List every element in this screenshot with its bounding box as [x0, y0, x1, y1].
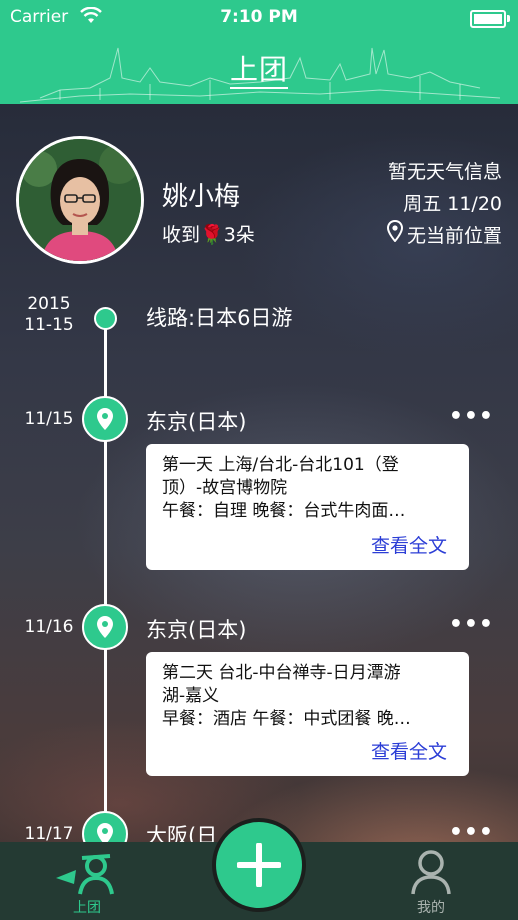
item-city: 东京(日本) — [146, 618, 247, 642]
start-day: 11-15 — [24, 315, 74, 335]
battery-icon — [470, 10, 510, 28]
card-meals: 早餐：酒店 午餐：中式团餐 晚… — [162, 709, 411, 729]
user-name: 姚小梅 — [162, 182, 241, 212]
start-year: 2015 — [27, 294, 71, 314]
status-bar: Carrier 7:10 PM — [0, 0, 518, 34]
map-pin-icon — [82, 604, 128, 650]
weather-date: 周五 11/20 — [403, 193, 502, 215]
item-date: 11/16 — [24, 617, 74, 637]
card-line: 第一天 上海/台北-台北101（登 — [162, 455, 399, 475]
more-icon[interactable]: ••• — [449, 404, 494, 429]
card-line: 湖-嘉义 — [162, 686, 220, 706]
more-icon[interactable]: ••• — [449, 612, 494, 637]
group-tour-icon — [52, 848, 122, 900]
add-button[interactable] — [212, 818, 306, 912]
user-icon — [410, 848, 452, 900]
timeline-start-dot — [94, 307, 117, 330]
timeline-start-date: 2015 11-15 — [10, 294, 88, 336]
location-text: 无当前位置 — [406, 225, 502, 247]
plus-icon — [236, 842, 282, 891]
tab-shangtuan[interactable]: 上团 — [42, 842, 132, 920]
location-pin-icon — [386, 219, 403, 252]
tab-label: 我的 — [417, 900, 445, 916]
header: Carrier 7:10 PM 上团 — [0, 0, 518, 104]
card-line: 顶）-故宫博物院 — [162, 478, 288, 498]
itinerary-card[interactable]: 第二天 台北-中台禅寺-日月潭游 湖-嘉义 早餐：酒店 午餐：中式团餐 晚… 查… — [146, 652, 469, 776]
item-date: 11/15 — [24, 409, 74, 429]
add-button-inner — [216, 822, 302, 908]
tab-mine[interactable]: 我的 — [386, 842, 476, 920]
flowers-count: 3朵 — [223, 224, 255, 246]
status-time: 7:10 PM — [220, 7, 298, 27]
itinerary-card[interactable]: 第一天 上海/台北-台北101（登 顶）-故宫博物院 午餐：自理 晚餐：台式牛肉… — [146, 444, 469, 570]
location-row: 无当前位置 — [386, 219, 502, 252]
card-meals: 午餐：自理 晚餐：台式牛肉面… — [162, 501, 406, 521]
read-more-link[interactable]: 查看全文 — [371, 535, 447, 558]
card-line: 第二天 台北-中台禅寺-日月潭游 — [162, 663, 401, 683]
rose-icon: 🌹 — [200, 224, 224, 246]
weather-status: 暂无天气信息 — [387, 161, 502, 183]
flowers-prefix: 收到 — [162, 224, 201, 246]
weather-info: 暂无天气信息 周五 11/20 无当前位置 — [386, 156, 502, 252]
item-city: 东京(日本) — [146, 410, 247, 434]
read-more-link[interactable]: 查看全文 — [371, 741, 447, 764]
map-pin-icon — [82, 396, 128, 442]
route-title[interactable]: 线路:日本6日游 — [146, 302, 292, 332]
flowers-received: 收到🌹3朵 — [162, 220, 255, 247]
page-title: 上团 — [0, 48, 518, 89]
tab-label: 上团 — [73, 900, 101, 916]
avatar[interactable] — [16, 136, 144, 264]
